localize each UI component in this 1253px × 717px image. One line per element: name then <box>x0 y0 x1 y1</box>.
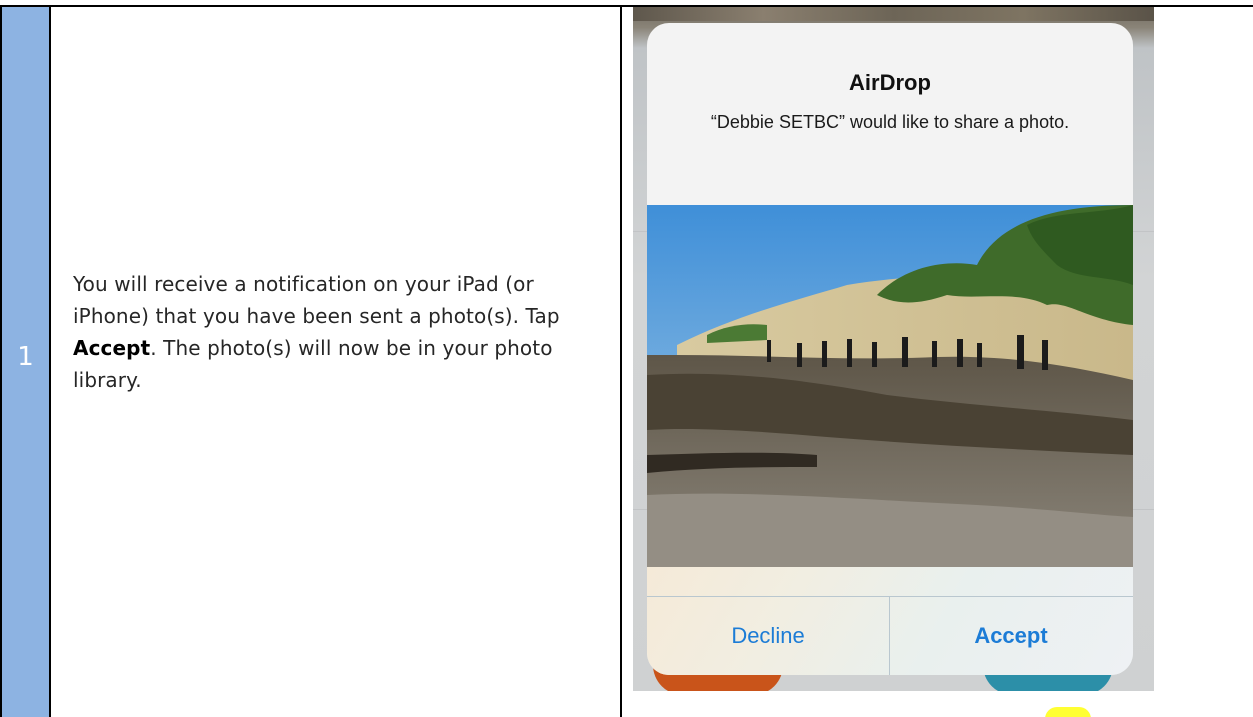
airdrop-alert: AirDrop “Debbie SETBC” would like to sha… <box>647 23 1133 675</box>
alert-title: AirDrop <box>849 70 931 95</box>
instruction-text-part: You will receive a notification on your … <box>73 272 560 328</box>
highlight-marker <box>1045 707 1091 717</box>
table-column-divider <box>49 5 51 717</box>
document-page: 1 You will receive a notification on you… <box>0 0 1253 717</box>
alert-message: “Debbie SETBC” would like to share a pho… <box>710 112 1070 132</box>
decline-button[interactable]: Decline <box>647 597 889 675</box>
accept-button[interactable]: Accept <box>890 597 1132 675</box>
background-photo-strip <box>633 7 1154 21</box>
table-column-divider <box>620 5 622 717</box>
accept-keyword: Accept <box>73 336 151 360</box>
step-number: 1 <box>17 342 34 372</box>
airdrop-screenshot: AirDrop “Debbie SETBC” would like to sha… <box>633 7 1154 691</box>
shared-beach-photo <box>647 205 1133 567</box>
instruction-text: You will receive a notification on your … <box>73 268 603 396</box>
step-number-cell: 1 <box>2 7 49 717</box>
